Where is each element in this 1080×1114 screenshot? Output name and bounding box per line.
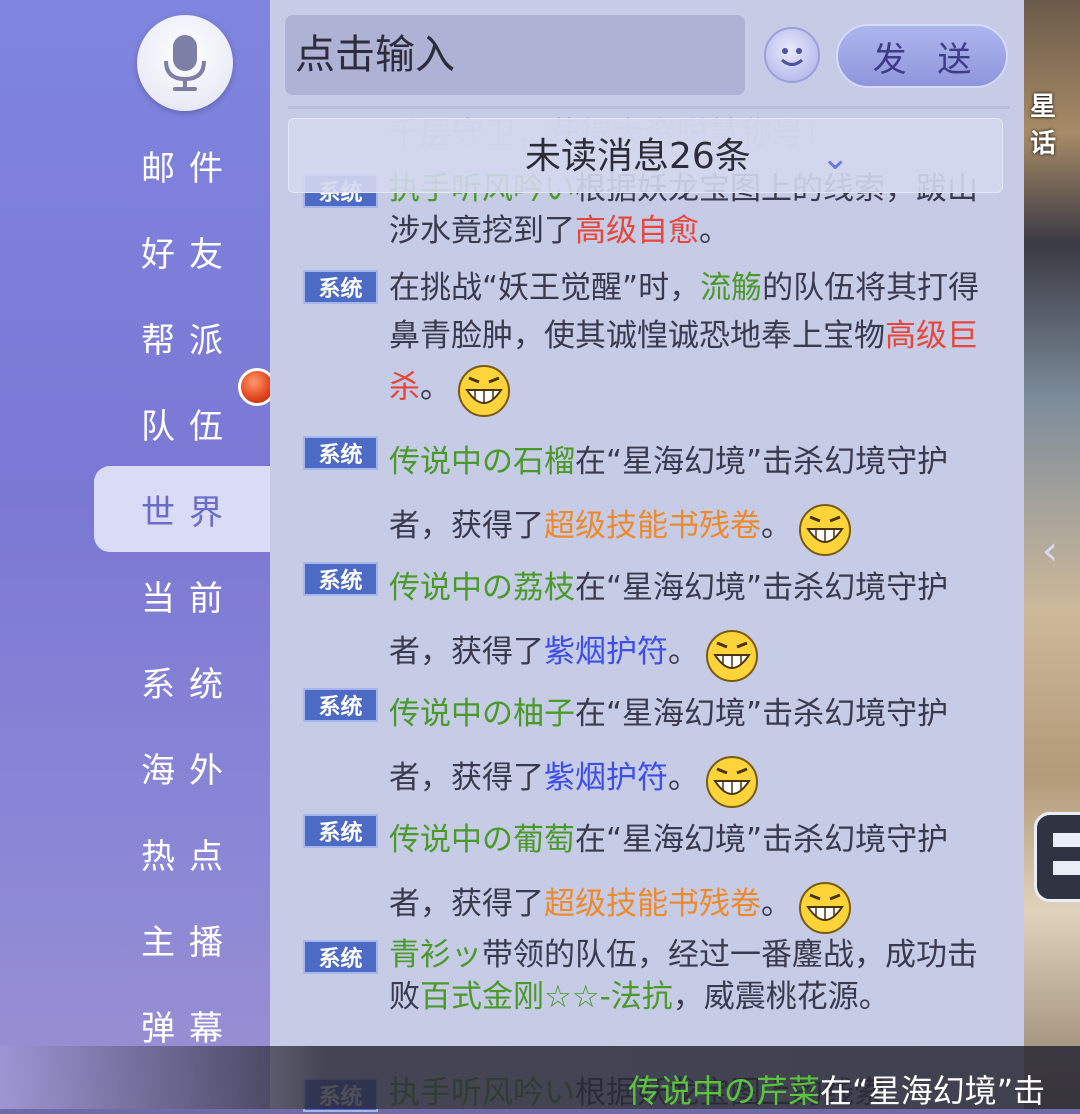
list-item: 系统 青衫ッ带领的队伍，经过一番鏖战，成功击败百式金刚☆☆-法抗，威震桃花源。 [303, 934, 993, 1054]
list-item: 系统 传说中の葡萄在“星海幻境”击杀幻境守护者，获得了超级技能书残卷。 [303, 808, 993, 934]
chat-input[interactable]: 点击输入 [285, 15, 745, 95]
ticker-fragment: 传说中の芹菜 [628, 1072, 821, 1110]
chevron-down-icon: ⌄ [821, 138, 850, 178]
item-name[interactable]: 高级自愈 [575, 213, 699, 249]
send-button[interactable]: 发 送 [836, 24, 1008, 88]
list-item: 系统 传说中の石榴在“星海幻境”击杀幻境守护者，获得了超级技能书残卷。 [303, 430, 993, 556]
item-name[interactable]: 超级技能书残卷 [544, 508, 761, 544]
message-fragment: ，威震桃花源。 [672, 979, 890, 1015]
scene-menu-button[interactable] [1034, 812, 1080, 902]
sidebar-item-8[interactable]: 热点 [94, 810, 270, 896]
system-badge: 系统 [303, 940, 378, 974]
grinning-emoji-icon [799, 503, 851, 556]
system-badge: 系统 [303, 688, 378, 722]
sidebar-item-6[interactable]: 系统 [94, 638, 270, 724]
sidebar-item-5[interactable]: 当前 [94, 552, 270, 638]
message-fragment: 。 [668, 634, 699, 670]
voice-input-button[interactable] [137, 15, 233, 111]
system-badge: 系统 [303, 814, 378, 848]
system-badge: 系统 [303, 270, 378, 304]
player-name[interactable]: 传说中の葡萄 [389, 822, 575, 858]
message-text: 青衫ッ带领的队伍，经过一番鏖战，成功击败百式金刚☆☆-法抗，威震桃花源。 [389, 934, 989, 1018]
sidebar-item-4[interactable]: 世界 [94, 466, 270, 552]
sidebar-item-7[interactable]: 海外 [94, 724, 270, 810]
unread-messages-banner[interactable]: 未读消息26条 ⌄ [288, 118, 1003, 193]
message-text: 在挑战“妖王觉醒”时，流觞的队伍将其打得鼻青脸肿，使其诚惶诚恐地奉上宝物高级巨杀… [389, 264, 989, 418]
emoji-button[interactable] [764, 27, 820, 83]
message-text: 传说中の荔枝在“星海幻境”击杀幻境守护者，获得了紫烟护符。 [389, 556, 989, 684]
message-fragment: 。 [668, 760, 699, 796]
collapse-arrow-icon[interactable]: ‹ [1042, 528, 1058, 574]
unread-label: 未读消息26条 [525, 136, 751, 177]
player-name[interactable]: 百式金刚☆☆-法抗 [420, 979, 673, 1015]
grinning-emoji-icon [799, 881, 851, 934]
item-name[interactable]: 紫烟护符 [544, 634, 668, 670]
player-name[interactable]: 传说中の荔枝 [389, 570, 575, 606]
ticker-fragment: 在“星海幻境”击 [820, 1072, 1046, 1110]
item-name[interactable]: 紫烟护符 [544, 760, 668, 796]
sidebar-item-0[interactable]: 邮件 [94, 122, 270, 208]
message-text: 传说中の石榴在“星海幻境”击杀幻境守护者，获得了超级技能书残卷。 [389, 430, 989, 558]
message-fragment: 。 [761, 886, 792, 922]
player-name[interactable]: 传说中の柚子 [389, 696, 575, 732]
bottom-ticker-text: 传说中の芹菜在“星海幻境”击 [628, 1066, 1045, 1112]
system-badge: 系统 [303, 562, 378, 596]
grinning-emoji-icon [706, 755, 758, 808]
scene-location-label: 星话 [1030, 92, 1057, 159]
microphone-icon [164, 35, 206, 91]
message-fragment: 在挑战“妖王觉醒”时， [389, 270, 701, 306]
list-item: 系统 在挑战“妖王觉醒”时，流觞的队伍将其打得鼻青脸肿，使其诚惶诚恐地奉上宝物高级… [303, 264, 993, 417]
system-badge: 系统 [303, 436, 378, 470]
message-text: 传说中の柚子在“星海幻境”击杀幻境守护者，获得了紫烟护符。 [389, 682, 989, 810]
message-fragment: 。 [761, 508, 792, 544]
grinning-emoji-icon [458, 365, 510, 417]
menu-bar-icon [1053, 833, 1080, 847]
sidebar-item-2[interactable]: 帮派 [94, 294, 270, 380]
message-text: 传说中の葡萄在“星海幻境”击杀幻境守护者，获得了超级技能书残卷。 [389, 808, 989, 936]
menu-bar-icon [1053, 861, 1080, 875]
sidebar-item-9[interactable]: 主播 [94, 896, 270, 982]
player-name[interactable]: 传说中の石榴 [389, 444, 575, 480]
player-name[interactable]: 青衫ッ [389, 937, 482, 973]
message-fragment: 。 [699, 213, 730, 249]
player-name[interactable]: 流觞 [700, 270, 762, 306]
message-fragment: 。 [420, 369, 451, 406]
list-item: 系统 传说中の柚子在“星海幻境”击杀幻境守护者，获得了紫烟护符。 [303, 682, 993, 808]
grinning-emoji-icon [706, 629, 758, 682]
smiley-face-icon [780, 48, 804, 66]
sidebar-item-1[interactable]: 好友 [94, 208, 270, 294]
list-item: 系统 传说中の荔枝在“星海幻境”击杀幻境守护者，获得了紫烟护符。 [303, 556, 993, 682]
item-name[interactable]: 超级技能书残卷 [544, 886, 761, 922]
